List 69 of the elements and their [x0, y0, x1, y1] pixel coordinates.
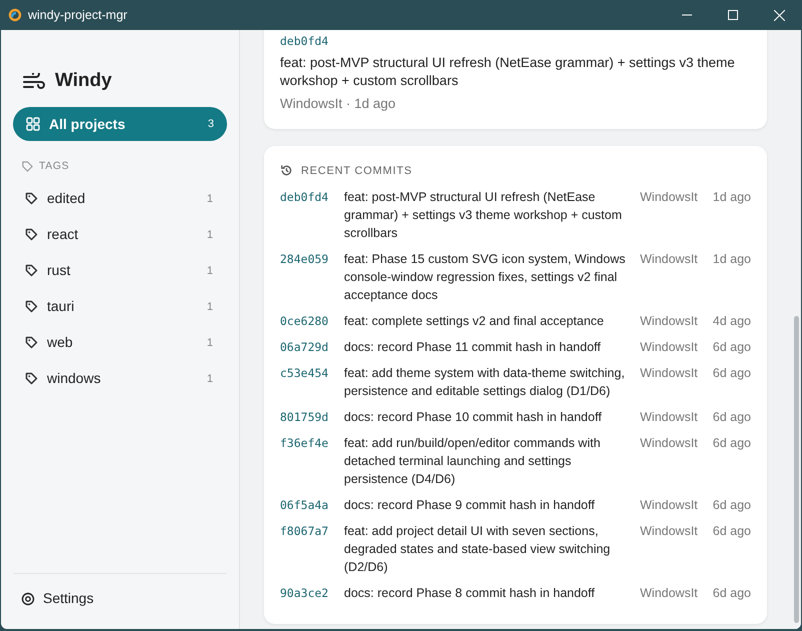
- commit-hash: deb0fd4: [280, 33, 330, 50]
- commit-hash[interactable]: 90a3ce2: [280, 584, 344, 602]
- commit-time: 4d ago: [712, 313, 751, 330]
- grid-icon: [26, 117, 40, 131]
- commit-message: docs: record Phase 10 commit hash in handoff: [344, 409, 603, 426]
- commit-author: WindowsIt: [639, 339, 699, 356]
- history-icon: [280, 164, 293, 178]
- commit-time: 1d ago: [712, 189, 751, 206]
- commit-author: WindowsIt: [639, 409, 699, 426]
- commit-message: docs: record Phase 8 commit hash in handoff: [344, 585, 596, 602]
- commit-author: WindowsIt: [639, 313, 699, 330]
- tag-icon: [25, 264, 38, 278]
- commit-message: feat: add run/build/open/editor commands with detached terminal launching and settings persistence (D4/D6): [344, 435, 602, 488]
- commit-message: feat: complete settings v2 and final acceptance: [344, 313, 605, 330]
- tag-item[interactable]: tauri 1: [13, 288, 227, 325]
- commit-author: WindowsIt: [639, 189, 699, 206]
- maximize-icon: [728, 10, 738, 20]
- commit-author: WindowsIt: [639, 251, 699, 268]
- commit-message: feat: post-MVP structural UI refresh (NetEase grammar) + settings v3 theme workshop + custom scrollbars: [280, 54, 736, 90]
- tag-item[interactable]: edited 1: [13, 180, 227, 217]
- commit-time: 6d ago: [712, 585, 751, 602]
- app-name: Windy: [55, 69, 112, 94]
- settings-icon: [21, 592, 35, 606]
- commit-message: docs: record Phase 11 commit hash in handoff: [344, 339, 602, 356]
- commit-time: 6d ago: [712, 523, 751, 540]
- commit-hash[interactable]: 284e059: [280, 250, 344, 268]
- tag-item[interactable]: web 1: [13, 324, 227, 361]
- commit-hash[interactable]: 06a729d: [280, 338, 344, 356]
- commit-hash[interactable]: 06f5a4a: [280, 496, 344, 514]
- section-heading: RECENT COMMITS: [301, 164, 412, 178]
- nav-item[interactable]: All projects 3: [13, 107, 227, 141]
- tag-icon: [25, 336, 38, 350]
- close-icon: [774, 10, 784, 20]
- commit-hash[interactable]: f8067a7: [280, 522, 344, 540]
- tag-icon: [25, 228, 38, 242]
- commit-hash[interactable]: 0ce6280: [280, 312, 344, 330]
- tag-icon: [25, 192, 38, 206]
- window-title: windy-project-mgr: [28, 6, 128, 24]
- tag-icon: [25, 300, 38, 314]
- commit-message: feat: add theme system with data-theme switching, persistence and editable settings dialog (D1/D6): [344, 365, 626, 400]
- commit-message: docs: record Phase 9 commit hash in handoff: [344, 497, 596, 514]
- commit-time: 6d ago: [712, 435, 751, 452]
- commit-message: feat: add project detail UI with seven sections, degraded states and state-based view switching (D2/D6): [344, 523, 612, 576]
- wind-icon: [23, 72, 45, 90]
- commit-author: WindowsIt: [639, 497, 699, 514]
- commit-author: WindowsIt: [639, 435, 699, 452]
- tag-icon: [25, 372, 38, 386]
- app-icon: [8, 8, 22, 22]
- tag-item[interactable]: react 1: [13, 216, 227, 253]
- tag-item[interactable]: windows 1: [13, 360, 227, 397]
- commit-time: 1d ago: [712, 251, 751, 268]
- commit-time: 6d ago: [712, 339, 751, 356]
- commit-time: 6d ago: [712, 497, 751, 514]
- settings-button[interactable]: Settings: [21, 582, 94, 615]
- commit-message: feat: post-MVP structural UI refresh (NetEase grammar) + settings v3 theme workshop + custom scrollbars: [344, 189, 623, 242]
- section-heading: TAGS: [39, 159, 70, 174]
- commit-hash[interactable]: deb0fd4: [280, 188, 344, 206]
- commit-hash[interactable]: f36ef4e: [280, 434, 344, 452]
- tag-item[interactable]: rust 1: [13, 252, 227, 289]
- commit-message: feat: Phase 15 custom SVG icon system, Windows console-window regression fixes, settings v2 final acceptance docs: [344, 251, 626, 304]
- commit-hash[interactable]: c53e454: [280, 364, 344, 382]
- commit-hash[interactable]: 801759d: [280, 408, 344, 426]
- commit-author: WindowsIt: [639, 523, 699, 540]
- commit-author: WindowsIt: [639, 585, 699, 602]
- tag-icon: [22, 161, 33, 172]
- commit-time: 6d ago: [712, 409, 751, 426]
- commit-meta: WindowsIt · 1d ago: [280, 95, 397, 114]
- commit-time: 6d ago: [712, 365, 751, 382]
- commit-author: WindowsIt: [639, 365, 699, 382]
